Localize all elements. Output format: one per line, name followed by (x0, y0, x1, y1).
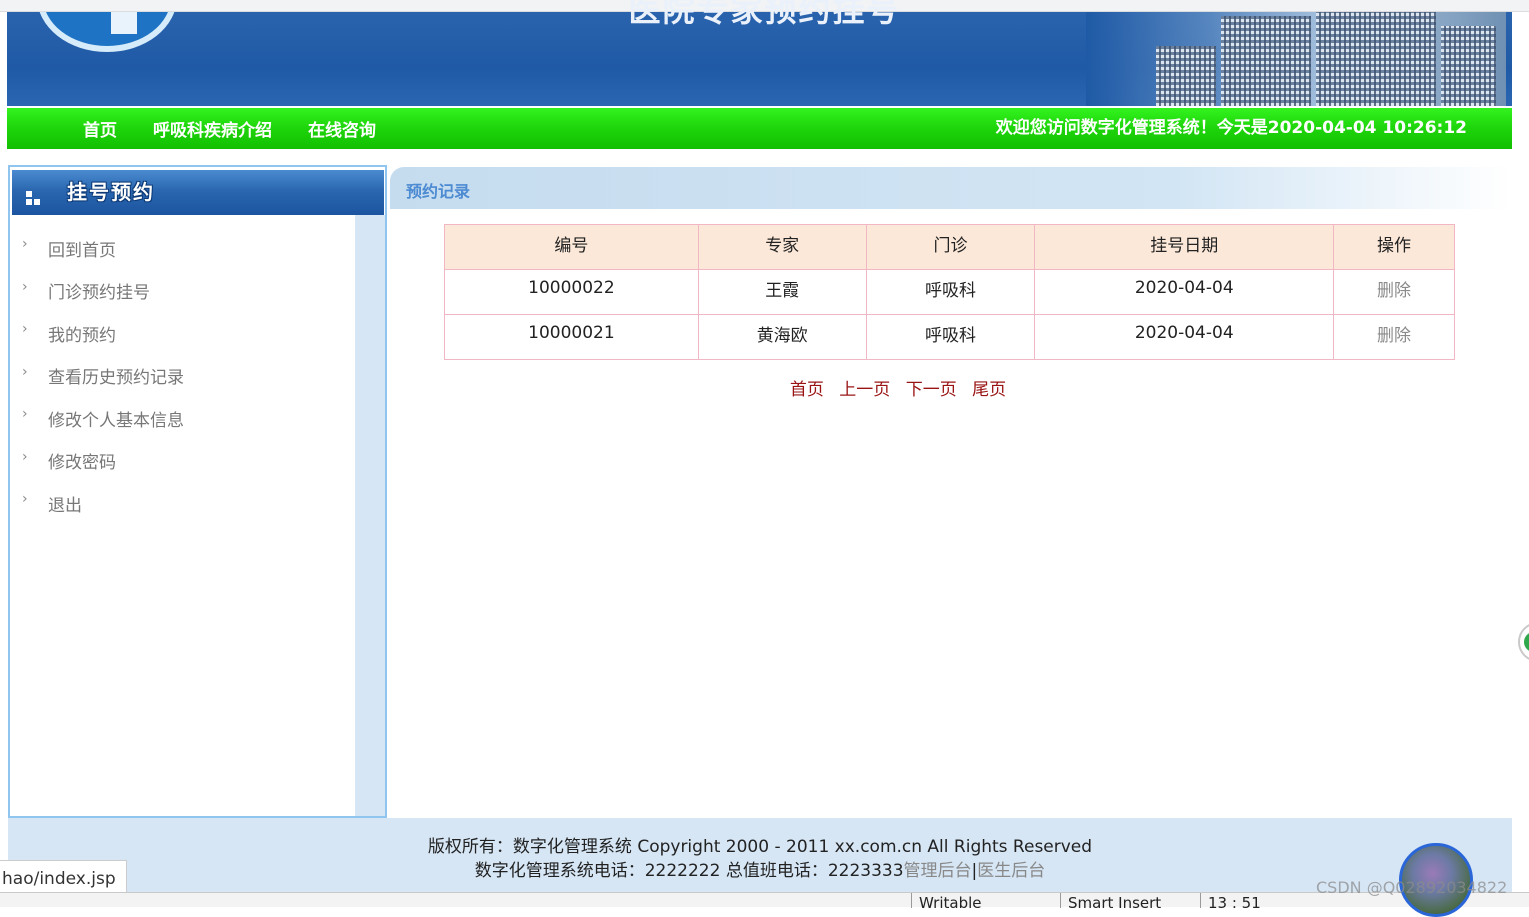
status-insert-mode: Smart Insert (1060, 893, 1200, 908)
cell-date: 2020-04-04 (1034, 314, 1335, 360)
sidebar-item-logout[interactable]: › 退出 (22, 482, 184, 525)
section-title: 预约记录 (406, 182, 471, 201)
footer-contact: 数字化管理系统电话：2222222 总值班电话：2223333管理后台|医生后台 (8, 856, 1512, 881)
floating-green-button[interactable] (1518, 622, 1529, 662)
column-header-id: 编号 (444, 224, 699, 270)
nav-item-respiratory-intro[interactable]: 呼吸科疾病介绍 (153, 116, 272, 141)
sidebar-item-home[interactable]: › 回到首页 (22, 227, 184, 270)
column-header-date: 挂号日期 (1034, 224, 1335, 270)
cell-expert: 王霞 (697, 269, 867, 315)
doctor-backend-link[interactable]: 医生后台 (977, 861, 1045, 881)
csdn-watermark: CSDN @Q02892034822 (1316, 878, 1508, 897)
pager-next[interactable]: 下一页 (906, 380, 957, 400)
column-header-action: 操作 (1333, 224, 1455, 270)
editor-status-bar: Writable Smart Insert 13 : 51 (0, 892, 1529, 908)
welcome-datetime: 欢迎您访问数字化管理系统！今天是2020-04-04 10:26:12 (995, 118, 1467, 138)
column-header-clinic: 门诊 (865, 224, 1036, 270)
sidebar-item-change-password[interactable]: › 修改密码 (22, 440, 184, 483)
sidebar-edge-strip (355, 215, 385, 816)
admin-backend-link[interactable]: 管理后台 (904, 861, 972, 881)
main-panel: 预约记录 编号 专家 门诊 挂号日期 操作 10000022 王霞 呼吸科 20 (390, 165, 1512, 818)
sidebar-item-history[interactable]: › 查看历史预约记录 (22, 355, 184, 398)
chevron-right-icon: › (22, 236, 28, 253)
sidebar: 挂号预约 › 回到首页 › 门诊预约挂号 › 我的预约 › 查看历史预约记录 › 修改个人… (8, 165, 387, 818)
pagination: 首页 上一页 下一页 尾页 (390, 375, 1406, 400)
chevron-right-icon: › (22, 363, 28, 380)
footer: 版权所有：数字化管理系统 Copyright 2000 - 2011 xx.co… (8, 818, 1512, 892)
pager-last[interactable]: 尾页 (972, 380, 1006, 400)
sidebar-header: 挂号预约 (12, 170, 384, 215)
table-header-row: 编号 专家 门诊 挂号日期 操作 (444, 224, 1455, 270)
page-title: 医院专家预约挂号 (628, 0, 901, 29)
chevron-right-icon: › (22, 278, 28, 295)
appointments-table: 编号 专家 门诊 挂号日期 操作 10000022 王霞 呼吸科 2020-04… (444, 224, 1455, 360)
chevron-right-icon: › (22, 448, 28, 465)
cell-expert: 黄海欧 (697, 314, 867, 360)
link-preview: hao/index.jsp (0, 860, 127, 896)
chevron-right-icon: › (22, 491, 28, 508)
pager-first[interactable]: 首页 (790, 380, 824, 400)
sidebar-menu: › 回到首页 › 门诊预约挂号 › 我的预约 › 查看历史预约记录 › 修改个人基本信息 … (22, 227, 184, 525)
nav-item-home[interactable]: 首页 (83, 116, 117, 141)
cell-id: 10000021 (444, 314, 699, 360)
section-header: 预约记录 (390, 167, 1512, 209)
table-row: 10000021 黄海欧 呼吸科 2020-04-04 删除 (444, 314, 1455, 360)
cell-id: 10000022 (444, 269, 699, 315)
chevron-right-icon: › (22, 406, 28, 423)
cell-clinic: 呼吸科 (865, 269, 1036, 315)
column-header-expert: 专家 (697, 224, 867, 270)
top-navbar: 首页 呼吸科疾病介绍 在线咨询 欢迎您访问数字化管理系统！今天是2020-04-… (7, 108, 1512, 149)
menu-squares-icon (26, 191, 32, 197)
pager-prev[interactable]: 上一页 (839, 380, 890, 400)
chevron-right-icon: › (22, 321, 28, 338)
cell-date: 2020-04-04 (1034, 269, 1335, 315)
sidebar-item-book-appointment[interactable]: › 门诊预约挂号 (22, 270, 184, 313)
sidebar-item-edit-profile[interactable]: › 修改个人基本信息 (22, 397, 184, 440)
nav-item-online-consult[interactable]: 在线咨询 (308, 116, 376, 141)
delete-link[interactable]: 删除 (1333, 269, 1455, 315)
footer-copyright: 版权所有：数字化管理系统 Copyright 2000 - 2011 xx.co… (427, 837, 1093, 857)
table-row: 10000022 王霞 呼吸科 2020-04-04 删除 (444, 269, 1455, 315)
delete-link[interactable]: 删除 (1333, 314, 1455, 360)
sidebar-title: 挂号预约 (67, 180, 155, 204)
status-cursor-position: 13 : 51 (1200, 893, 1310, 908)
cell-clinic: 呼吸科 (865, 314, 1036, 360)
footer-phone: 数字化管理系统电话：2222222 总值班电话：2223333 (474, 861, 904, 881)
status-writable: Writable (911, 893, 1061, 908)
sidebar-item-my-appointments[interactable]: › 我的预约 (22, 312, 184, 355)
